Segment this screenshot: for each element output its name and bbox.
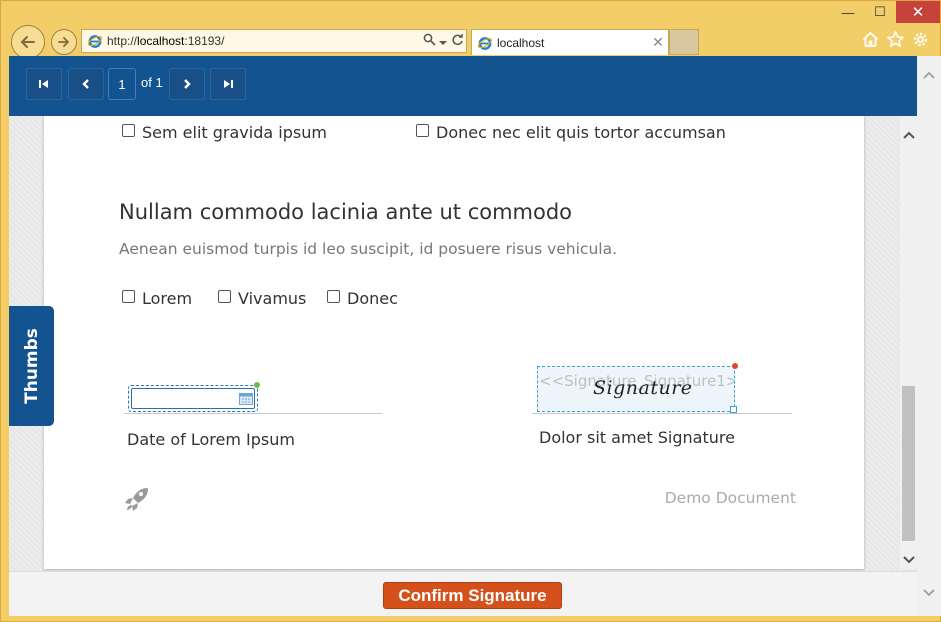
url-text[interactable]: http://localhost:18193/ <box>107 34 420 48</box>
resize-handle[interactable] <box>730 406 737 413</box>
gear-icon[interactable] <box>911 29 930 49</box>
thumbs-label: Thumbs <box>21 328 42 404</box>
chevron-left-icon <box>82 79 89 89</box>
checkbox-option[interactable]: Donec nec elit quis tortor accumsan <box>416 123 726 142</box>
page-count: of 1 <box>141 75 163 90</box>
checkbox-option[interactable]: Vivamus <box>218 289 306 308</box>
forward-button[interactable] <box>51 29 77 55</box>
viewer-footer: Confirm Signature <box>9 571 917 616</box>
arrow-left-icon <box>21 36 35 48</box>
thumbs-tab[interactable]: Thumbs <box>9 306 54 426</box>
minimize-button[interactable]: — <box>832 1 864 23</box>
search-icon[interactable] <box>420 33 438 49</box>
footer-brand: Demo Document <box>664 489 796 507</box>
signature-image: Signature <box>593 377 693 399</box>
window-controls: — ☐ ✕ <box>832 1 940 25</box>
field-underline <box>124 413 382 414</box>
checkbox[interactable] <box>416 124 429 137</box>
last-page-icon <box>224 80 233 88</box>
ie-logo-icon <box>87 33 103 49</box>
ie-logo-icon <box>477 35 493 51</box>
arrow-right-icon <box>58 37 69 47</box>
star-icon[interactable] <box>886 29 905 49</box>
url-protocol: http:// <box>107 34 138 48</box>
date-field[interactable] <box>128 385 258 412</box>
home-icon[interactable] <box>861 29 880 49</box>
scroll-down-icon[interactable] <box>917 586 941 600</box>
signature-field-label: Dolor sit amet Signature <box>539 428 735 447</box>
required-indicator <box>254 382 260 388</box>
calendar-icon[interactable] <box>239 392 253 405</box>
date-input[interactable] <box>131 388 255 409</box>
viewer-toolbar: of 1 <box>9 56 917 116</box>
required-indicator <box>732 363 738 369</box>
next-page-button[interactable] <box>169 68 205 100</box>
address-bar[interactable]: http://localhost:18193/ <box>81 29 467 53</box>
url-host: localhost <box>137 34 185 48</box>
vertical-scrollbar[interactable] <box>900 116 917 569</box>
section-heading: Nullam commodo lacinia ante ut commodo <box>119 200 573 224</box>
rocket-icon <box>125 488 148 511</box>
checkbox[interactable] <box>218 290 231 303</box>
scroll-up-icon[interactable] <box>917 68 941 82</box>
date-field-label: Date of Lorem Ipsum <box>127 430 295 449</box>
document-page: Sem elit gravida ipsum Donec nec elit qu… <box>44 116 864 569</box>
back-button[interactable] <box>11 25 45 59</box>
dropdown-icon[interactable] <box>438 34 448 49</box>
checkbox-label: Lorem <box>142 289 193 308</box>
browser-tab[interactable]: localhost ✕ <box>471 29 669 55</box>
checkbox-option[interactable]: Donec <box>327 289 398 308</box>
checkbox-label: Donec nec elit quis tortor accumsan <box>436 123 726 142</box>
first-page-button[interactable] <box>26 68 62 100</box>
checkbox[interactable] <box>122 124 135 137</box>
scroll-down-icon[interactable] <box>900 551 917 569</box>
checkbox[interactable] <box>122 290 135 303</box>
document-viewer: of 1 Sem elit gravida ipsum Donec nec el… <box>9 56 917 616</box>
maximize-button[interactable]: ☐ <box>864 1 896 23</box>
previous-page-button[interactable] <box>68 68 104 100</box>
browser-tools <box>861 29 930 49</box>
checkbox[interactable] <box>327 290 340 303</box>
browser-window: — ☐ ✕ http://localhost:18193/ localhost … <box>0 0 941 622</box>
checkbox-option[interactable]: Lorem <box>122 289 192 308</box>
browser-scrollbar[interactable] <box>917 56 941 616</box>
close-tab-icon[interactable]: ✕ <box>648 34 668 51</box>
chevron-right-icon <box>184 79 191 89</box>
tab-title: localhost <box>497 35 545 50</box>
checkbox-option[interactable]: Sem elit gravida ipsum <box>122 123 327 142</box>
confirm-signature-button[interactable]: Confirm Signature <box>383 582 562 609</box>
page-number-input[interactable] <box>108 68 136 100</box>
signature-field[interactable]: <<Signature_Signature1>> Signature <box>537 366 735 412</box>
checkbox-label: Vivamus <box>238 289 307 308</box>
refresh-icon[interactable] <box>448 33 466 49</box>
first-page-icon <box>39 80 48 88</box>
last-page-button[interactable] <box>210 68 246 100</box>
new-tab-button[interactable] <box>669 29 699 55</box>
checkbox-label: Donec <box>347 289 398 308</box>
scroll-thumb[interactable] <box>902 386 915 541</box>
section-subtext: Aenean euismod turpis id leo suscipit, i… <box>119 240 618 258</box>
close-window-button[interactable]: ✕ <box>896 1 940 23</box>
checkbox-label: Sem elit gravida ipsum <box>142 123 327 142</box>
field-underline <box>532 413 792 414</box>
scroll-up-icon[interactable] <box>900 126 917 144</box>
url-port-path: :18193/ <box>184 34 225 48</box>
